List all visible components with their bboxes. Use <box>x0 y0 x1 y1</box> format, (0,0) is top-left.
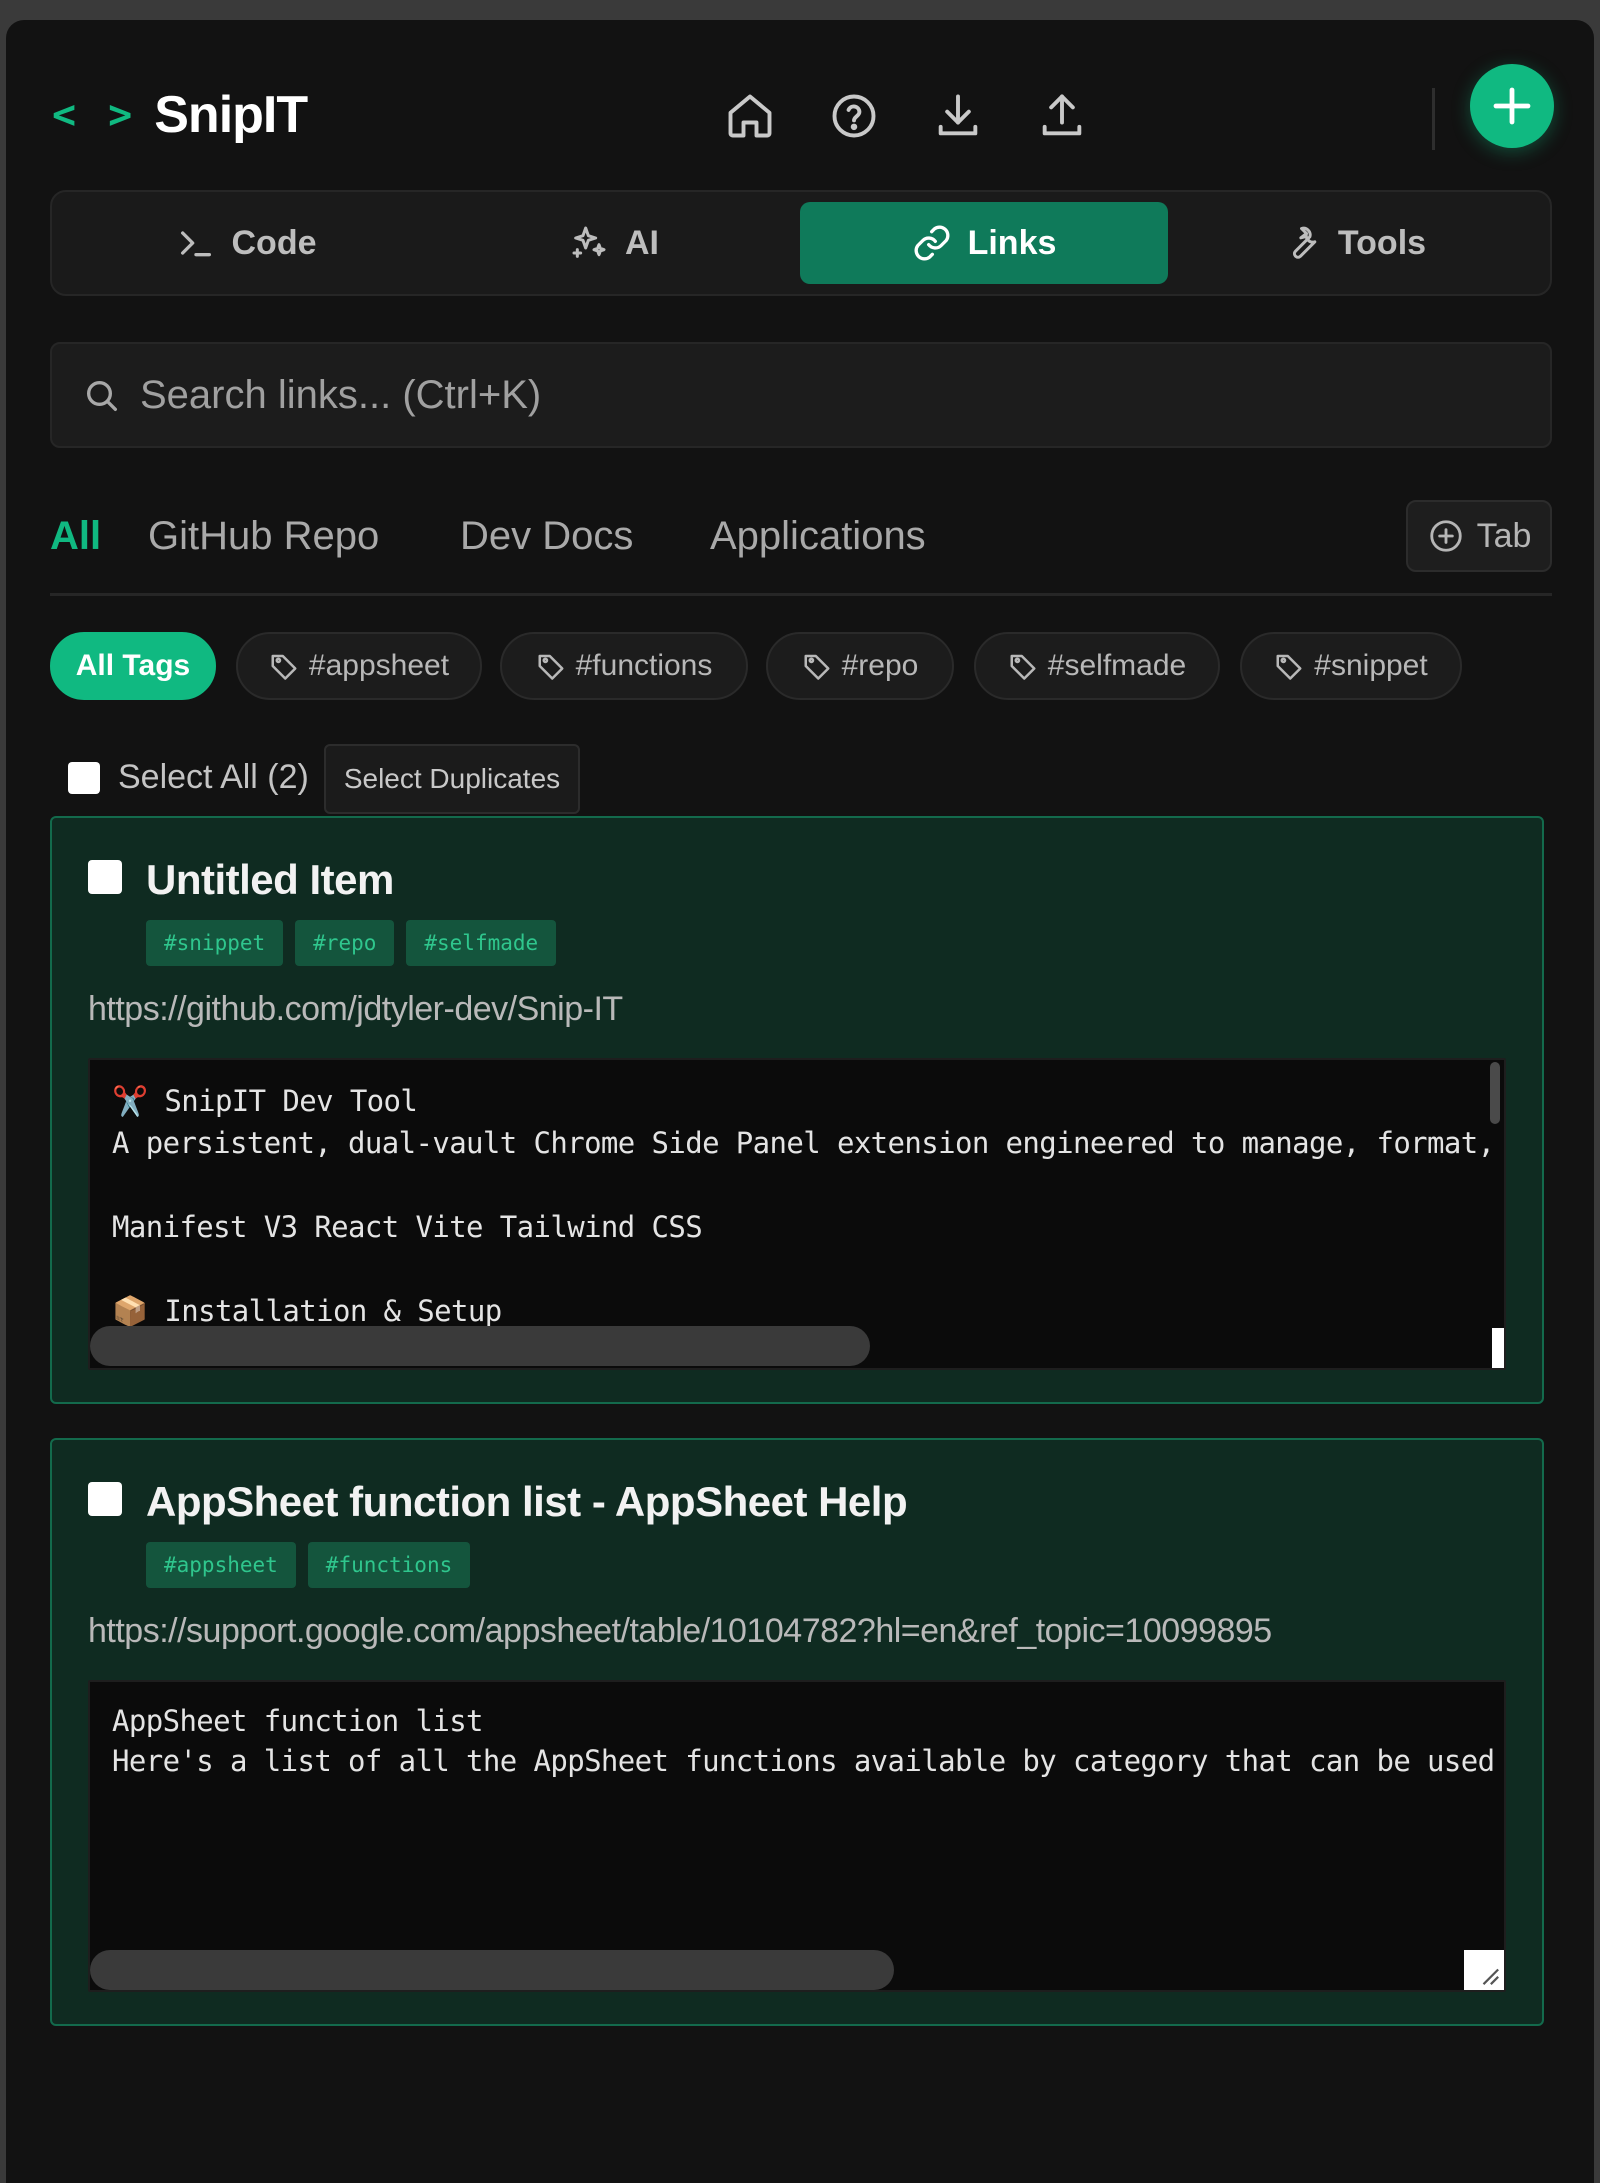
item-content[interactable]: ✂️ SnipIT Dev Tool A persistent, dual-va… <box>88 1058 1506 1370</box>
download-button[interactable] <box>930 88 986 144</box>
resize-grip-icon <box>1482 1968 1499 1985</box>
select-duplicates-label: Select Duplicates <box>343 763 561 794</box>
tag-chip[interactable]: #snippet <box>146 920 284 966</box>
horizontal-scrollbar[interactable] <box>90 1326 870 1366</box>
tag-icon <box>1010 654 1036 680</box>
tag-chip[interactable]: #repo <box>295 920 395 966</box>
code-brackets-icon: < > <box>52 92 137 138</box>
select-duplicates-button[interactable]: Select Duplicates <box>324 744 580 814</box>
tab-tools[interactable]: Tools <box>1170 202 1538 284</box>
item-tags: #appsheet #functions <box>146 1542 471 1588</box>
app-title: SnipIT <box>154 86 308 144</box>
tag-label: #appsheet <box>308 649 450 682</box>
item-checkbox[interactable] <box>88 860 122 894</box>
tab-label: Links <box>967 223 1057 262</box>
tab-label: AI <box>625 223 659 262</box>
tab-links[interactable]: Links <box>800 202 1168 284</box>
tag-filter-appsheet[interactable]: #appsheet <box>236 632 482 700</box>
category-all[interactable]: All <box>50 514 101 559</box>
tab-label: Tools <box>1337 223 1427 262</box>
tab-ai[interactable]: AI <box>430 202 798 284</box>
content-line: A persistent, dual-vault Chrome Side Pan… <box>112 1126 1506 1160</box>
select-all-checkbox[interactable] <box>68 762 100 794</box>
link-card: AppSheet function list - AppSheet Help #… <box>50 1438 1544 2026</box>
header: < > SnipIT <box>6 20 1594 190</box>
vertical-scrollbar[interactable] <box>1490 1062 1500 1124</box>
item-tags: #snippet #repo #selfmade <box>146 920 557 966</box>
tag-label: #snippet <box>1314 649 1428 682</box>
header-divider <box>1432 88 1435 150</box>
link-icon <box>914 225 950 261</box>
link-card: Untitled Item #snippet #repo #selfmade h… <box>50 816 1544 1404</box>
tag-filter-all[interactable]: All Tags <box>50 632 216 700</box>
tag-label: #selfmade <box>1047 649 1187 682</box>
horizontal-scrollbar[interactable] <box>90 1950 894 1990</box>
content-line: Here's a list of all the AppSheet functi… <box>112 1744 1506 1778</box>
item-content[interactable]: AppSheet function list Here's a list of … <box>88 1680 1506 1992</box>
search-icon <box>87 381 118 411</box>
add-tab-label: Tab <box>1476 516 1532 555</box>
select-all-label: Select All (2) <box>118 758 309 796</box>
search-input[interactable] <box>140 344 1520 446</box>
add-tab-button[interactable]: Tab <box>1406 500 1552 572</box>
plus-icon <box>1493 87 1531 125</box>
tag-icon <box>804 654 830 680</box>
side-panel: < > SnipIT Code AI Links Tools Search li… <box>6 20 1594 2183</box>
tag-filter-repo[interactable]: #repo <box>766 632 954 700</box>
home-button[interactable] <box>722 88 778 144</box>
tab-label: Code <box>231 223 317 262</box>
tag-icon <box>538 654 564 680</box>
tag-icon <box>271 654 297 680</box>
selection-controls: Select All (2) Select Duplicates <box>62 744 622 814</box>
wrench-icon <box>1292 226 1317 259</box>
download-icon <box>938 94 978 136</box>
tag-filter-functions[interactable]: #functions <box>500 632 748 700</box>
category-tabs: All GitHub Repo Dev Docs Applications Ta… <box>50 500 1552 596</box>
item-title: AppSheet function list - AppSheet Help <box>146 1478 908 1525</box>
content-line: Manifest V3 React Vite Tailwind CSS <box>112 1210 703 1244</box>
resize-handle[interactable] <box>1464 1950 1504 1990</box>
content-line: AppSheet function list <box>112 1704 484 1738</box>
search-bar <box>50 342 1552 448</box>
app-logo: < > SnipIT <box>52 80 308 150</box>
resize-handle[interactable] <box>1492 1328 1504 1368</box>
content-line: 📦 Installation & Setup <box>112 1294 502 1328</box>
upload-button[interactable] <box>1034 88 1090 144</box>
content-line: ✂️ SnipIT Dev Tool <box>112 1084 418 1118</box>
tag-label: All Tags <box>75 649 191 682</box>
vault-tabs: Code AI Links Tools <box>50 190 1552 296</box>
category-dev-docs[interactable]: Dev Docs <box>460 514 633 559</box>
item-url[interactable]: https://github.com/jdtyler-dev/Snip-IT <box>88 990 623 1029</box>
tag-chip[interactable]: #functions <box>307 1542 471 1588</box>
add-item-button[interactable] <box>1470 64 1554 148</box>
terminal-icon <box>180 231 211 257</box>
tag-filter-snippet[interactable]: #snippet <box>1240 632 1462 700</box>
upload-icon <box>1042 94 1082 136</box>
category-applications[interactable]: Applications <box>710 514 926 559</box>
tag-icon <box>1276 654 1302 680</box>
home-icon <box>728 94 772 138</box>
tag-filter-selfmade[interactable]: #selfmade <box>974 632 1220 700</box>
item-checkbox[interactable] <box>88 1482 122 1516</box>
tag-chip[interactable]: #selfmade <box>406 920 557 966</box>
tab-code[interactable]: Code <box>62 202 430 284</box>
help-icon <box>832 94 876 138</box>
help-button[interactable] <box>826 88 882 144</box>
item-url[interactable]: https://support.google.com/appsheet/tabl… <box>88 1612 1272 1651</box>
tag-label: #repo <box>841 649 919 682</box>
tag-label: #functions <box>575 649 713 682</box>
tag-chip[interactable]: #appsheet <box>146 1542 296 1588</box>
category-github-repo[interactable]: GitHub Repo <box>148 514 379 559</box>
plus-circle-icon <box>1429 520 1462 552</box>
sparkles-icon <box>572 226 606 258</box>
item-title: Untitled Item <box>146 856 394 903</box>
